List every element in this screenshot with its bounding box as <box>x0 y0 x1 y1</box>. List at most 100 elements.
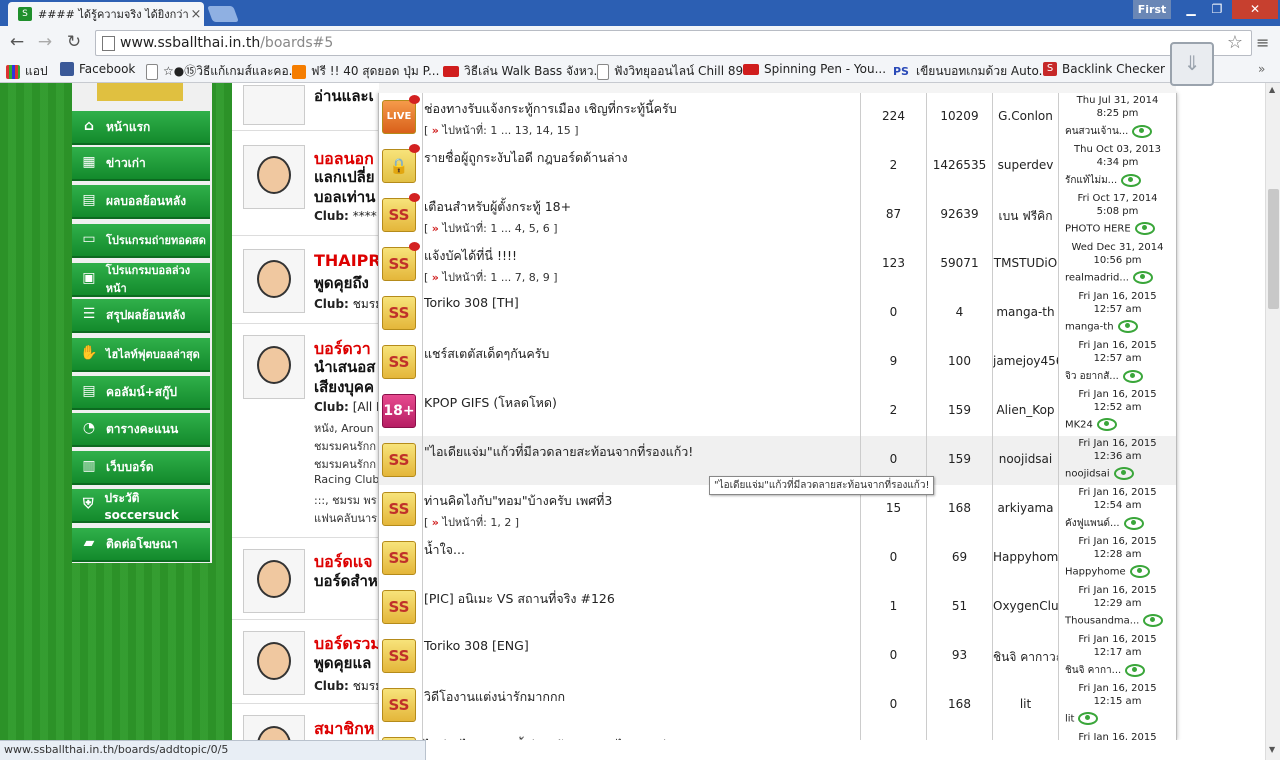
maximize-icon[interactable]: ❐ <box>1204 0 1230 19</box>
forward-icon[interactable]: → <box>34 32 56 52</box>
page-scrollbar[interactable]: ▲ ▼ <box>1265 83 1280 760</box>
topic-title-link[interactable]: น้ำใจ... <box>424 540 465 560</box>
topic-title-link[interactable]: KPOP GIFS (โหลดโหด) <box>424 393 557 413</box>
last-post-user-name[interactable]: manga-th <box>1065 322 1114 333</box>
scroll-thumb[interactable] <box>1268 189 1279 309</box>
nav-old-news[interactable]: ▦ ข่าวเก่า <box>72 147 210 181</box>
bookmark-star-icon[interactable]: ☆ <box>1227 32 1243 53</box>
tab-close-icon[interactable]: × <box>188 7 204 22</box>
last-post-user-name[interactable]: Happyhome <box>1065 567 1126 578</box>
back-icon[interactable]: ← <box>6 32 28 52</box>
author-link[interactable]: Happyhome <box>993 550 1058 564</box>
topic-title-link[interactable]: Toriko 308 [TH] <box>424 295 519 310</box>
minimize-icon[interactable]: ▁ <box>1178 0 1204 19</box>
topic-pages-text[interactable]: ไปหน้าที่: 1 ... 13, 14, 15 ] <box>442 124 578 137</box>
author-link[interactable]: jamejoy456 <box>993 354 1058 368</box>
topic-row[interactable]: 18+ KPOP GIFS (โหลดโหด) 2 159 Alien_Kop Fri J… <box>379 387 1176 437</box>
nav-results[interactable]: ▤ ผลบอลย้อนหลัง <box>72 185 210 219</box>
window-close-icon[interactable]: ✕ <box>1232 0 1278 19</box>
nav-column[interactable]: ▤ คอลัมน์+สกู๊ป <box>72 376 210 410</box>
last-post-user-name[interactable]: lit <box>1065 714 1074 725</box>
nav-live-tv[interactable]: ▭ โปรแกรมถ่ายทอดสด <box>72 224 210 258</box>
bookmark-item[interactable]: วิธีเล่น Walk Bass จังหว... <box>443 62 605 81</box>
topic-row[interactable]: SS Toriko 308 [TH] 0 4 manga-th Fri Jan 16, 2… <box>379 289 1176 339</box>
last-post-user-name[interactable]: รักแท้ไม่ม... <box>1065 175 1117 186</box>
scroll-up-icon[interactable]: ▲ <box>1269 85 1275 94</box>
address-bar[interactable]: www.ssballthai.in.th/boards#5 ☆ <box>95 30 1252 56</box>
topic-title-link[interactable]: รายชื่อผู้ถูกระงับไอดี กฎบอร์ดด้านล่าง <box>424 148 628 168</box>
topic-title-link[interactable]: [PIC] อนิเมะ VS สถานที่จริง #126 <box>424 589 615 609</box>
nav-table[interactable]: ◔ ตารางคะแนน <box>72 413 210 447</box>
nav-highlights[interactable]: ✋ ไฮไลท์ฟุตบอลล่าสุด <box>72 338 210 372</box>
topic-row[interactable]: SS วิดีโองานแต่งน่ารักมากกก 0 168 lit Fri Jan… <box>379 681 1176 731</box>
topic-pages-text[interactable]: ไปหน้าที่: 1 ... 4, 5, 6 ] <box>442 222 557 235</box>
nav-webboard[interactable]: ▥ เว็บบอร์ด <box>72 451 210 485</box>
last-post-user-name[interactable]: MK24 <box>1065 420 1093 431</box>
view-latest-icon[interactable] <box>1096 418 1117 431</box>
view-latest-icon[interactable] <box>1125 663 1146 677</box>
nav-contact[interactable]: ▰ ติดต่อโฆษณา <box>72 528 210 562</box>
bookmarks-overflow-icon[interactable]: » <box>1258 62 1265 76</box>
topic-row[interactable]: SS แจ้งบัคได้ที่นี่ !!!! [ » ไปหน้าที่: 1 … <box>379 240 1176 290</box>
bookmark-item[interactable]: ฟรี !! 40 สุดยอด ปุ่ม P... <box>292 62 439 81</box>
topic-row[interactable]: 🔒 รายชื่อผู้ถูกระงับไอดี กฎบอร์ดด้านล่าง 2… <box>379 142 1176 192</box>
bookmark-item[interactable]: ฟังวิทยุออนไลน์ Chill 89... <box>597 62 755 81</box>
topic-row[interactable]: SS [PIC] อนิเมะ VS สถานที่จริง #126 1 51 Oxy… <box>379 583 1176 633</box>
author-link[interactable]: arkiyama <box>993 501 1058 515</box>
view-latest-icon[interactable] <box>1122 369 1143 383</box>
bookmark-apps[interactable]: แอป <box>6 62 48 81</box>
topic-row[interactable]: SS แชร์สเตตัสเด็ดๆกันครับ 9 100 jamejoy456 Fr… <box>379 338 1176 388</box>
reload-icon[interactable]: ↻ <box>63 32 85 52</box>
view-latest-icon[interactable] <box>1117 320 1138 333</box>
profile-button[interactable]: First <box>1133 0 1171 19</box>
topic-title-link[interactable]: วิดีโองานแต่งน่ารักมากกก <box>424 687 565 707</box>
last-post-user-name[interactable]: realmadrid... <box>1065 273 1129 284</box>
topic-row[interactable]: SSไม่มีอะไรคับ พรุ่งนี้เรียนเช้า เดินทาง… <box>379 730 1176 740</box>
topic-title-link[interactable]: ไม่มีอะไรคับ พรุ่งนี้เรียนเช้า เดินทางไก… <box>424 736 683 740</box>
author-link[interactable]: G.Conlon <box>993 109 1058 123</box>
site-logo[interactable] <box>97 83 183 101</box>
view-latest-icon[interactable] <box>1134 222 1155 235</box>
last-post-user-name[interactable]: คังฟูแพนด์... <box>1065 518 1120 529</box>
topic-title-link[interactable]: แชร์สเตตัสเด็ดๆกันครับ <box>424 344 549 364</box>
board-title[interactable]: สมาชิกห <box>314 717 374 740</box>
topic-title-link[interactable]: "ไอเดียแจ่ม"แก้วที่มีลวดลายสะท้อนจากที่ร… <box>424 442 693 462</box>
topic-title-link[interactable]: ช่องทางรับแจ้งกระทู้การเมือง เชิญที่กระท… <box>424 99 677 119</box>
author-link[interactable]: Alien_Kop <box>993 403 1058 417</box>
browser-tab[interactable]: S #### ได้รู้ความจริง ได้ยิงกว่า × <box>8 2 204 26</box>
view-latest-icon[interactable] <box>1123 516 1144 530</box>
topic-pages-text[interactable]: ไปหน้าที่: 1 ... 7, 8, 9 ] <box>442 271 557 284</box>
nav-history[interactable]: ⛨ ประวัติ soccersuck <box>72 489 210 523</box>
board-title[interactable]: THAIPR <box>314 251 381 270</box>
view-latest-icon[interactable] <box>1113 467 1134 480</box>
author-link[interactable]: lit <box>993 697 1058 711</box>
last-post-user-name[interactable]: PHOTO HERE <box>1065 224 1131 235</box>
topic-pages-text[interactable]: ไปหน้าที่: 1, 2 ] <box>442 516 519 529</box>
author-link[interactable]: เบน ฟรีคิก <box>993 207 1058 226</box>
chrome-menu-icon[interactable]: ≡ <box>1256 33 1270 52</box>
author-link[interactable]: ชินจิ คากาวะ <box>993 648 1058 667</box>
nav-fixtures[interactable]: ▣ โปรแกรมบอลล่วงหน้า <box>72 263 210 297</box>
nav-summary[interactable]: ☰ สรุปผลย้อนหลัง <box>72 299 210 333</box>
topic-title-link[interactable]: ท่านคิดไงกับ"ทอม"บ้างครับ เพศที่3 <box>424 491 612 511</box>
scroll-down-icon[interactable]: ▼ <box>1269 745 1275 754</box>
bookmark-item[interactable]: Spinning Pen - You... <box>743 62 886 76</box>
view-latest-icon[interactable] <box>1132 271 1153 284</box>
topic-row[interactable]: SS น้ำใจ... 0 69 Happyhome Fri Jan 16, 2015 12… <box>379 534 1176 584</box>
view-latest-icon[interactable] <box>1121 173 1142 187</box>
last-post-user-name[interactable]: noojidsai <box>1065 469 1110 480</box>
author-link[interactable]: noojidsai <box>993 452 1058 466</box>
topic-title-link[interactable]: แจ้งบัคได้ที่นี่ !!!! <box>424 246 517 266</box>
new-tab-button[interactable] <box>207 6 239 22</box>
nav-home[interactable]: ⌂ หน้าแรก <box>72 111 210 145</box>
topic-row[interactable]: LIVE ช่องทางรับแจ้งกระทู้การเมือง เชิญที่… <box>379 93 1176 143</box>
bookmark-facebook[interactable]: Facebook <box>60 62 135 76</box>
last-post-user-name[interactable]: คนสวนเจ้าน... <box>1065 126 1128 137</box>
author-link[interactable]: TMSTUDiO <box>993 256 1058 270</box>
view-latest-icon[interactable] <box>1143 614 1164 627</box>
last-post-user-name[interactable]: จิว อยากสั... <box>1065 371 1119 382</box>
bookmark-item[interactable]: S Backlink Checker <box>1043 62 1165 76</box>
bookmark-item[interactable]: ☆●⑮วิธีแก้เกมส์และคอ... <box>146 62 300 81</box>
author-link[interactable]: superdev <box>993 158 1058 172</box>
last-post-user-name[interactable]: Thousandma... <box>1065 616 1139 627</box>
